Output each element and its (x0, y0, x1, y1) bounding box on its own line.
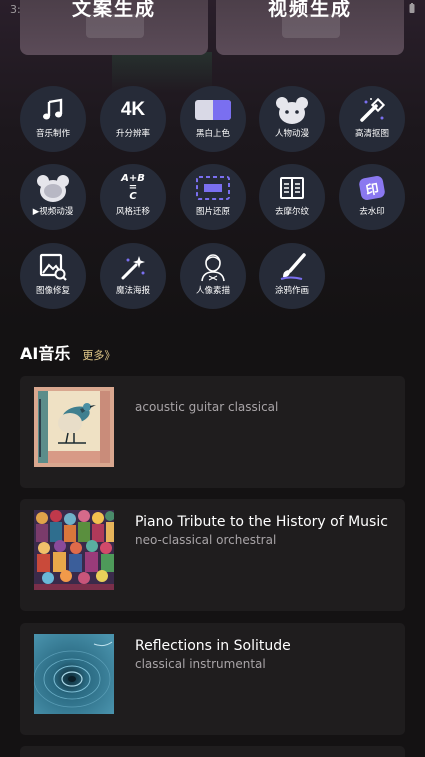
brush-icon (259, 253, 325, 281)
tool-video-anime[interactable]: ▶视频动漫 (20, 164, 86, 230)
card-title: 视频生成 (267, 0, 352, 20)
tool-label: 升分辨率 (115, 129, 150, 139)
tool-label: 图片还原 (195, 207, 230, 217)
anime-face-icon (259, 96, 325, 124)
crowd-cover (34, 510, 114, 590)
magic-wand-icon (339, 96, 405, 124)
image-restore-icon (180, 174, 246, 202)
tool-label: 人物动漫 (274, 129, 309, 139)
tool-label: 涂鸦作画 (274, 286, 309, 296)
bird-cover (34, 387, 114, 467)
song-title: Piano Tribute to the History of Music (135, 514, 388, 530)
tool-music-making[interactable]: 音乐制作 (20, 86, 86, 152)
style-transfer-icon-text: C (129, 190, 137, 202)
song-tag: classical instrumental (135, 657, 266, 671)
copywriting-card[interactable]: 文案生成 (20, 0, 208, 55)
4k-icon-text: 4K (120, 99, 146, 120)
ai-music-header: AI音乐 更多》 (20, 340, 115, 364)
tool-label: ▶视频动漫 (32, 207, 74, 217)
top-cards: 文案生成 视频生成 (20, 0, 405, 55)
song-card[interactable]: acoustic guitar classical (20, 376, 405, 488)
tool-colorize[interactable]: 黑白上色 (180, 86, 246, 152)
video-anime-icon (20, 174, 86, 202)
card-title: 文案生成 (71, 0, 156, 20)
water-cover (34, 634, 114, 714)
tool-label: 图像修复 (35, 286, 70, 296)
tool-image-repair[interactable]: 图像修复 (20, 243, 86, 309)
tool-label: 风格迁移 (115, 207, 150, 217)
tool-anime-portrait[interactable]: 人物动漫 (259, 86, 325, 152)
style-transfer-icon: A+B = C (100, 171, 166, 203)
tool-label: 去摩尔纹 (274, 207, 309, 217)
portrait-sketch-icon (180, 253, 246, 282)
song-tag: acoustic guitar classical (135, 400, 279, 414)
section-title: AI音乐 (20, 344, 71, 363)
tool-label: 去水印 (359, 207, 385, 217)
more-link[interactable]: 更多》 (82, 347, 115, 363)
colorize-icon (180, 96, 246, 124)
song-card[interactable]: Reflections in Solitude classical instru… (20, 623, 405, 735)
tool-upscale[interactable]: 4K 升分辨率 (100, 86, 166, 152)
image-repair-icon (20, 253, 86, 281)
song-tag: neo-classical orchestral (135, 533, 277, 547)
song-title: Reflections in Solitude (135, 638, 291, 654)
music-note-icon (20, 96, 86, 124)
tool-cutout[interactable]: 高清抠图 (339, 86, 405, 152)
tool-label: 人像素描 (195, 286, 230, 296)
song-card[interactable] (20, 746, 405, 757)
tool-label: 黑白上色 (195, 129, 230, 139)
watermark-remove-icon: 印 (339, 174, 405, 202)
tool-style-transfer[interactable]: A+B = C 风格迁移 (100, 164, 166, 230)
watermark-icon-text: 印 (364, 181, 381, 199)
song-card[interactable]: Piano Tribute to the History of Music ne… (20, 499, 405, 611)
magic-poster-icon (100, 253, 166, 281)
video-generation-card[interactable]: 视频生成 (216, 0, 404, 55)
tool-label: 高清抠图 (354, 129, 389, 139)
tool-doodle-painting[interactable]: 涂鸦作画 (259, 243, 325, 309)
tool-moire-removal[interactable]: 去摩尔纹 (259, 164, 325, 230)
tool-portrait-sketch[interactable]: 人像素描 (180, 243, 246, 309)
tool-image-restore[interactable]: 图片还原 (180, 164, 246, 230)
tool-magic-poster[interactable]: 魔法海报 (100, 243, 166, 309)
watermark-badge: 印 (358, 175, 386, 201)
4k-icon: 4K (100, 96, 166, 124)
tool-watermark-removal[interactable]: 印 去水印 (339, 164, 405, 230)
tool-label: 音乐制作 (35, 129, 70, 139)
tool-label: 魔法海报 (115, 286, 150, 296)
moire-icon (259, 174, 325, 202)
battery-icon (409, 3, 415, 13)
